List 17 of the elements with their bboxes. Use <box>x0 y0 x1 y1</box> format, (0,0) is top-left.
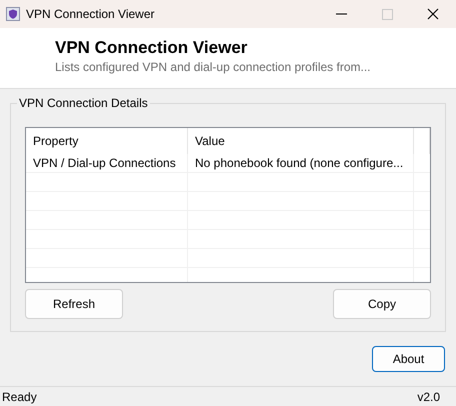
header-subtitle: Lists configured VPN and dial-up connection profiles from... <box>55 59 372 75</box>
maximize-icon <box>382 8 392 20</box>
group-title: VPN Connection Details <box>17 96 150 110</box>
about-button[interactable]: About <box>372 346 445 372</box>
column-header[interactable]: Value <box>188 128 414 154</box>
close-icon <box>427 8 439 20</box>
refresh-button[interactable]: Refresh <box>25 289 123 319</box>
version-text: v2.0 <box>417 388 440 406</box>
column-header[interactable]: Property <box>26 128 188 154</box>
copy-button[interactable]: Copy <box>333 289 431 319</box>
header-title: VPN Connection Viewer <box>55 38 248 58</box>
status-text: Ready <box>2 388 37 406</box>
app-shield-icon <box>6 7 20 21</box>
table-cell: No phonebook found (none configure... <box>188 154 414 172</box>
minimize-icon <box>336 13 346 15</box>
window-title: VPN Connection Viewer <box>26 6 156 23</box>
table-cell: VPN / Dial-up Connections <box>26 154 188 172</box>
